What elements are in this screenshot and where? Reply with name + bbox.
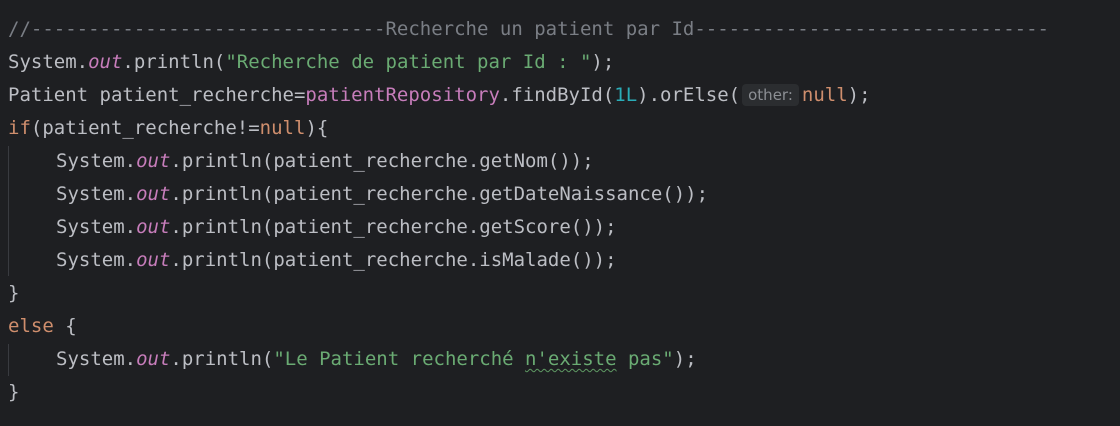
out-static-field: out — [136, 249, 171, 271]
typo-underlined-word[interactable]: n'existe — [525, 348, 617, 370]
code-line-10[interactable]: else { — [8, 310, 77, 343]
close-brace: } — [8, 282, 20, 304]
repository-field: patientRepository — [305, 84, 500, 106]
out-static-field: out — [88, 51, 123, 73]
variable-declaration: Patient patient_recherche= — [8, 84, 306, 106]
code-line-7[interactable]: System.out.println(patient_recherche.get… — [8, 211, 617, 244]
open-brace: ){ — [305, 117, 329, 139]
out-static-field: out — [136, 183, 171, 205]
null-keyword: null — [801, 84, 848, 106]
open-brace: { — [53, 315, 77, 337]
string-literal: "Recherche de patient par Id : " — [225, 51, 592, 73]
id-literal: 1L — [614, 84, 638, 106]
println-call: .println(patient_recherche.isMalade()); — [170, 249, 617, 271]
statement-end: ); — [591, 51, 615, 73]
or-else-call: ).orElse( — [637, 84, 741, 106]
if-condition: (patient_recherche!= — [30, 117, 260, 139]
println-call: .println(patient_recherche.getScore()); — [170, 216, 617, 238]
code-line-1[interactable]: //-------------------------------Recherc… — [8, 13, 1049, 46]
else-keyword: else — [8, 315, 54, 337]
string-literal: "Le Patient recherché — [273, 348, 526, 370]
system-class: System. — [8, 51, 89, 73]
string-literal-end: pas" — [616, 348, 674, 370]
println-call: .println(patient_recherche.getDateNaissa… — [170, 183, 709, 205]
find-by-id-call: .findById( — [499, 84, 615, 106]
out-static-field: out — [136, 216, 171, 238]
code-editor[interactable]: //-------------------------------Recherc… — [0, 0, 1120, 426]
out-static-field: out — [136, 150, 171, 172]
code-line-3[interactable]: Patient patient_recherche=patientReposit… — [8, 79, 871, 112]
close-brace: } — [8, 381, 20, 403]
system-class: System. — [56, 183, 137, 205]
out-static-field: out — [136, 348, 171, 370]
parameter-inlay-hint: other: — [742, 84, 799, 106]
println-call: .println( — [170, 348, 274, 370]
println-call: .println( — [122, 51, 226, 73]
section-comment: //-------------------------------Recherc… — [8, 18, 1049, 40]
system-class: System. — [56, 249, 137, 271]
code-line-9[interactable]: } — [8, 277, 19, 310]
system-class: System. — [56, 348, 137, 370]
code-line-12[interactable]: } — [8, 376, 19, 409]
statement-end: ); — [673, 348, 697, 370]
code-line-5[interactable]: System.out.println(patient_recherche.get… — [8, 145, 594, 178]
code-line-8[interactable]: System.out.println(patient_recherche.isM… — [8, 244, 617, 277]
println-call: .println(patient_recherche.getNom()); — [170, 150, 594, 172]
code-line-2[interactable]: System.out.println("Recherche de patient… — [8, 46, 614, 79]
code-line-11[interactable]: System.out.println("Le Patient recherché… — [8, 343, 697, 376]
code-line-4[interactable]: if(patient_recherche!=null){ — [8, 112, 328, 145]
statement-end: ); — [847, 84, 871, 106]
null-keyword: null — [259, 117, 306, 139]
if-keyword: if — [8, 117, 31, 139]
system-class: System. — [56, 150, 137, 172]
system-class: System. — [56, 216, 137, 238]
code-line-6[interactable]: System.out.println(patient_recherche.get… — [8, 178, 708, 211]
